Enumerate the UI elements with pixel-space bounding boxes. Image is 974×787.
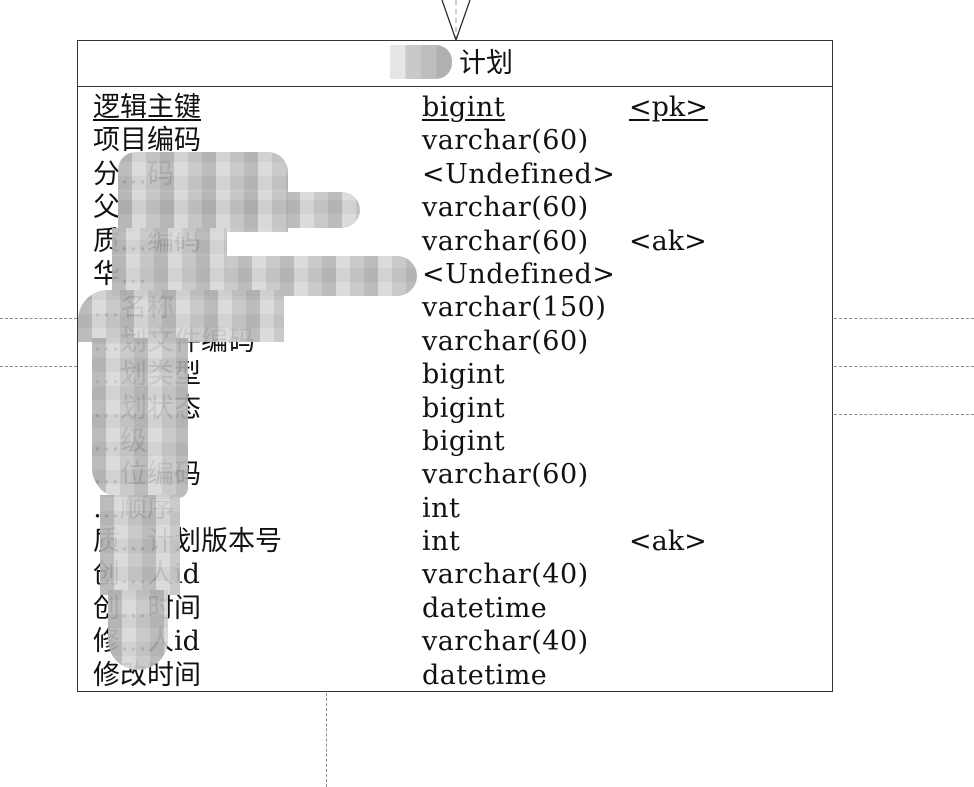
column-type: varchar(60) xyxy=(422,125,589,157)
column-type: varchar(150) xyxy=(422,292,607,324)
column-row[interactable]: 创…时间datetime xyxy=(78,592,832,625)
column-key: <ak> xyxy=(629,526,707,558)
connector-bottom xyxy=(326,693,327,787)
redaction-mosaic xyxy=(78,290,284,342)
connector-right-3 xyxy=(834,414,974,415)
redacted-title-mask xyxy=(390,45,452,79)
column-type: bigint xyxy=(422,359,506,391)
column-key: <pk> xyxy=(629,92,708,123)
column-row[interactable]: …级bigint xyxy=(78,425,832,458)
column-row[interactable]: …划类型bigint xyxy=(78,358,832,391)
column-type: bigint xyxy=(422,392,506,424)
column-row[interactable]: 修改时间 datetime xyxy=(78,659,832,692)
column-type: varchar(60) xyxy=(422,459,589,491)
column-type: varchar(60) xyxy=(422,325,589,357)
column-row[interactable]: …位编码varchar(60) xyxy=(78,458,832,491)
column-row[interactable]: 创…人idvarchar(40) xyxy=(78,558,832,591)
column-type: <Undefined> xyxy=(422,258,616,290)
column-type: varchar(40) xyxy=(422,559,589,591)
entity-table[interactable]: 计划 逻辑主键bigint<pk>项目编码varchar(60)分…码<Unde… xyxy=(77,40,833,692)
connector-right-1 xyxy=(834,318,974,319)
column-type: varchar(60) xyxy=(422,192,589,224)
redaction-mosaic xyxy=(92,338,188,498)
relationship-arrow-icon xyxy=(441,0,471,42)
entity-title: 计划 xyxy=(78,41,832,87)
column-row[interactable]: 质…计划版本号 int <ak> xyxy=(78,525,832,558)
redaction-mosaic xyxy=(108,590,168,670)
redaction-mosaic xyxy=(100,495,180,595)
connector-left-1 xyxy=(0,318,77,319)
column-name: 逻辑主键 xyxy=(93,92,201,123)
column-type: int xyxy=(422,526,461,558)
column-type: bigint xyxy=(422,425,506,457)
column-type: datetime xyxy=(422,659,548,691)
column-type: <Undefined> xyxy=(422,158,616,190)
column-type: varchar(60) xyxy=(422,225,589,257)
redaction-mosaic xyxy=(118,192,360,228)
column-type: int xyxy=(422,492,461,524)
column-type: varchar(40) xyxy=(422,626,589,658)
column-type: bigint xyxy=(422,92,506,123)
connector-right-2 xyxy=(834,366,974,367)
column-row[interactable]: 逻辑主键 bigint <pk> xyxy=(78,91,832,124)
column-row[interactable]: …顺序int xyxy=(78,492,832,525)
connector-left-2 xyxy=(0,366,77,367)
column-row[interactable]: …划状态bigint xyxy=(78,392,832,425)
column-type: datetime xyxy=(422,592,548,624)
column-row[interactable]: 修…人idvarchar(40) xyxy=(78,625,832,658)
column-key: <ak> xyxy=(629,225,707,257)
